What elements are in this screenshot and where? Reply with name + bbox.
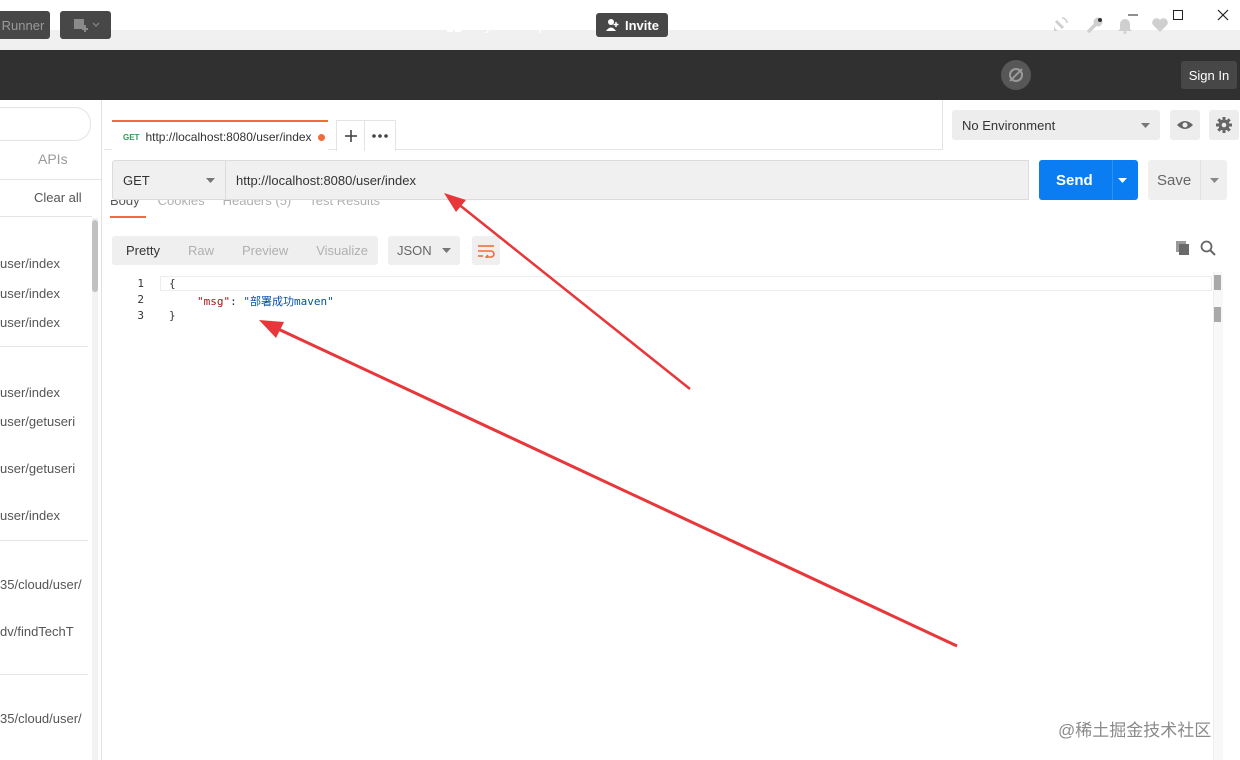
annotation-arrow (444, 193, 691, 390)
annotation-arrow (259, 320, 958, 648)
annotation-arrows (259, 193, 958, 648)
watermark: @稀土掘金技术社区 (1058, 721, 1212, 740)
